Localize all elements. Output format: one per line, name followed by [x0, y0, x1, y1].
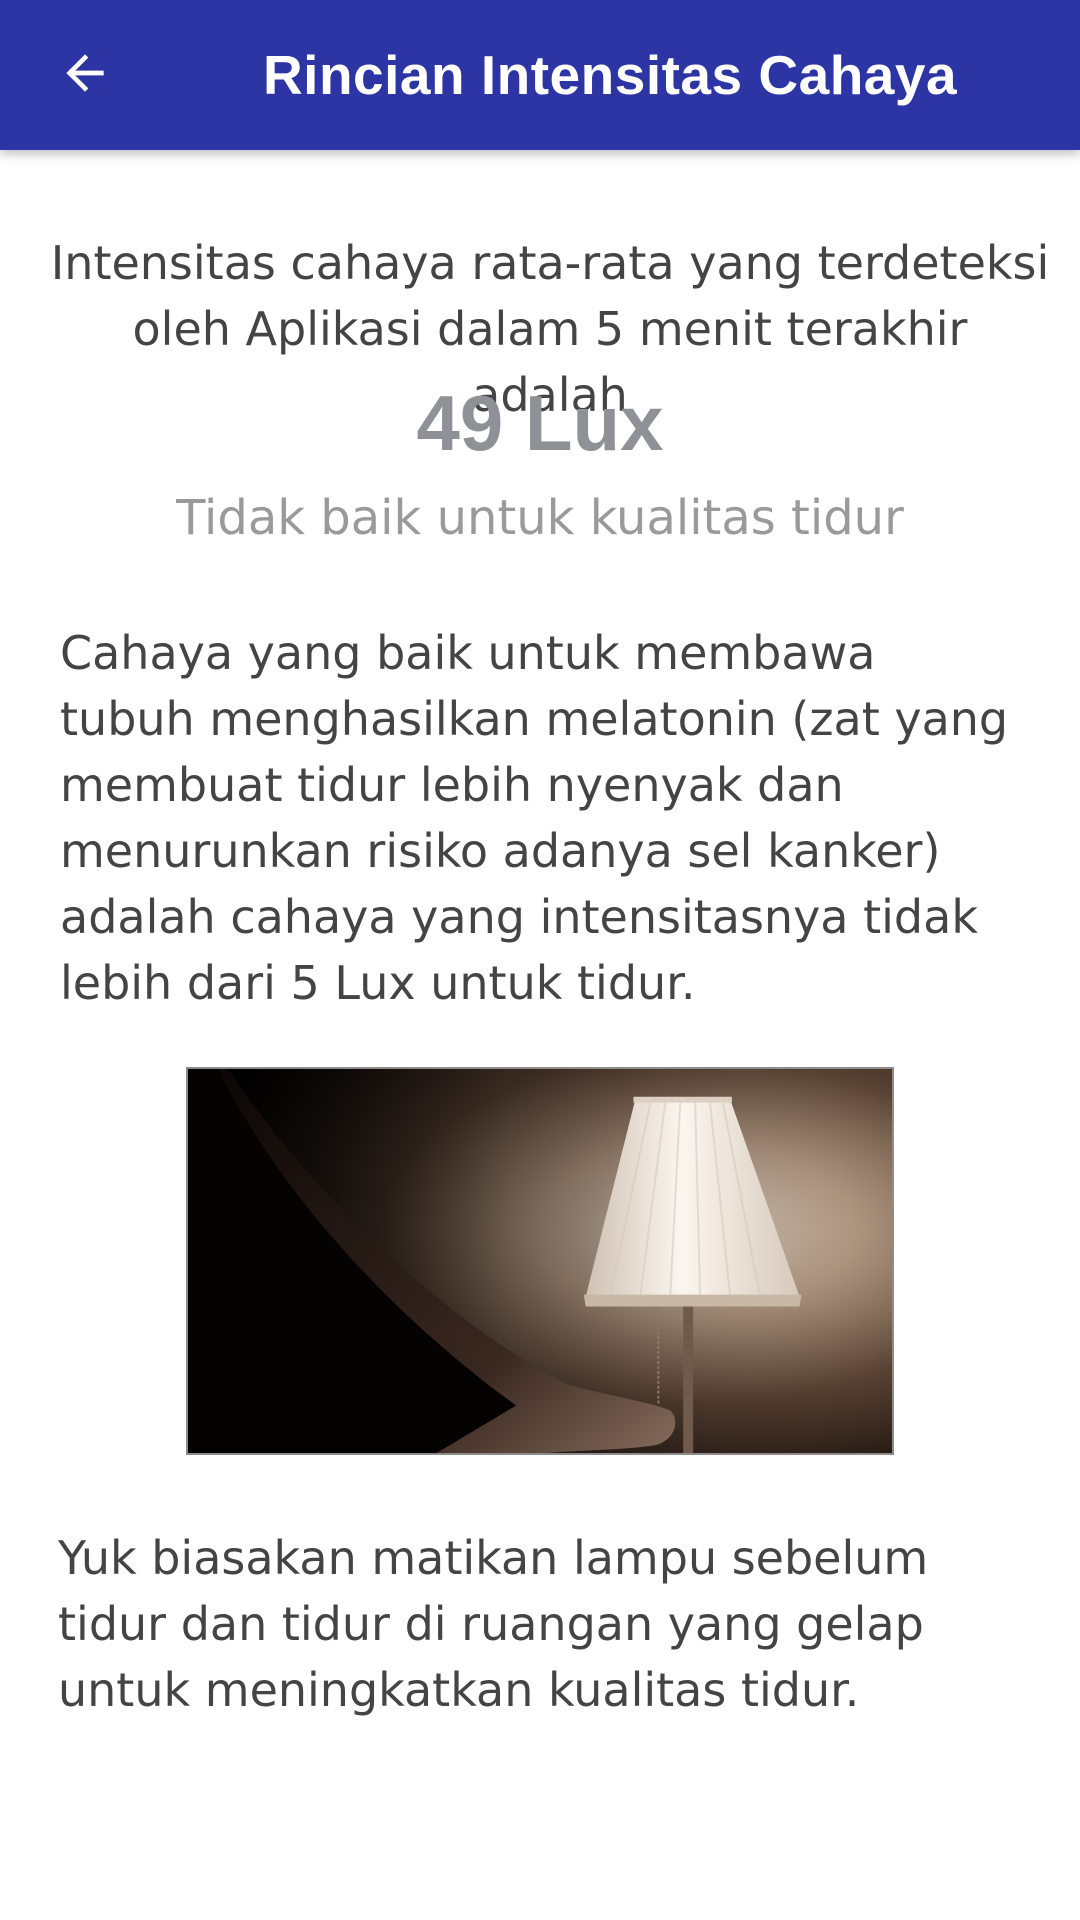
- tip-text: Yuk biasakan matikan lampu sebelum tidur…: [58, 1531, 929, 1717]
- detail-content[interactable]: Intensitas cahaya rata-rata yang terdete…: [0, 150, 1080, 1920]
- lux-value: 49 Lux: [416, 379, 664, 467]
- lamp-photo: [186, 1067, 894, 1455]
- app-bar: Rincian Intensitas Cahaya: [0, 0, 1080, 150]
- page-title: Rincian Intensitas Cahaya: [262, 44, 958, 106]
- lux-status-text: Tidak baik untuk kualitas tidur: [176, 490, 904, 546]
- explanation-text: Cahaya yang baik untuk membawa tubuh men…: [60, 626, 1009, 1010]
